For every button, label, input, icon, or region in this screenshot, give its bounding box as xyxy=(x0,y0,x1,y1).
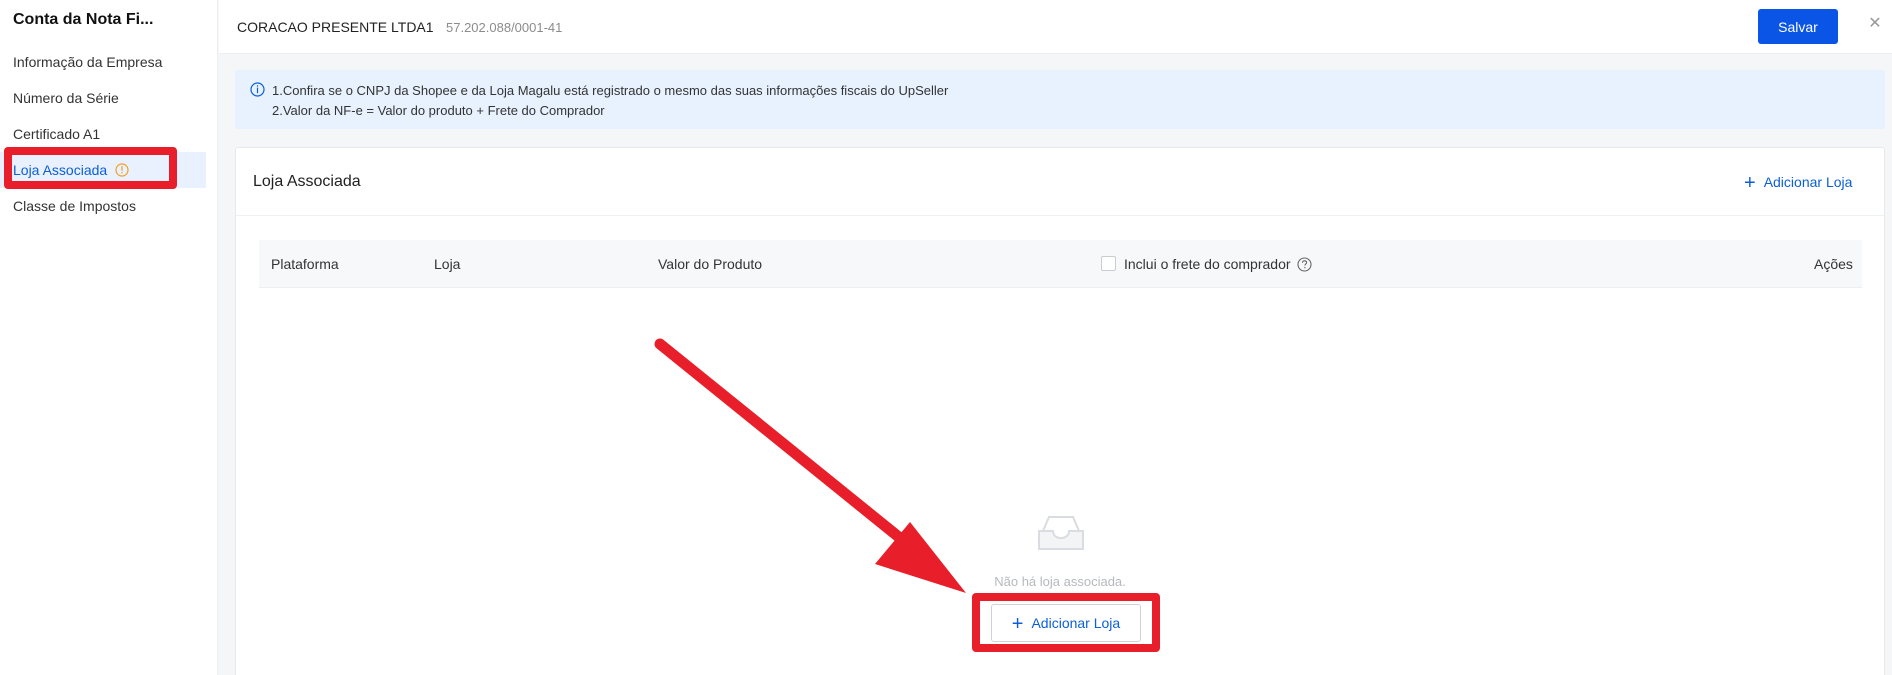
annotation-arrow xyxy=(654,338,966,593)
